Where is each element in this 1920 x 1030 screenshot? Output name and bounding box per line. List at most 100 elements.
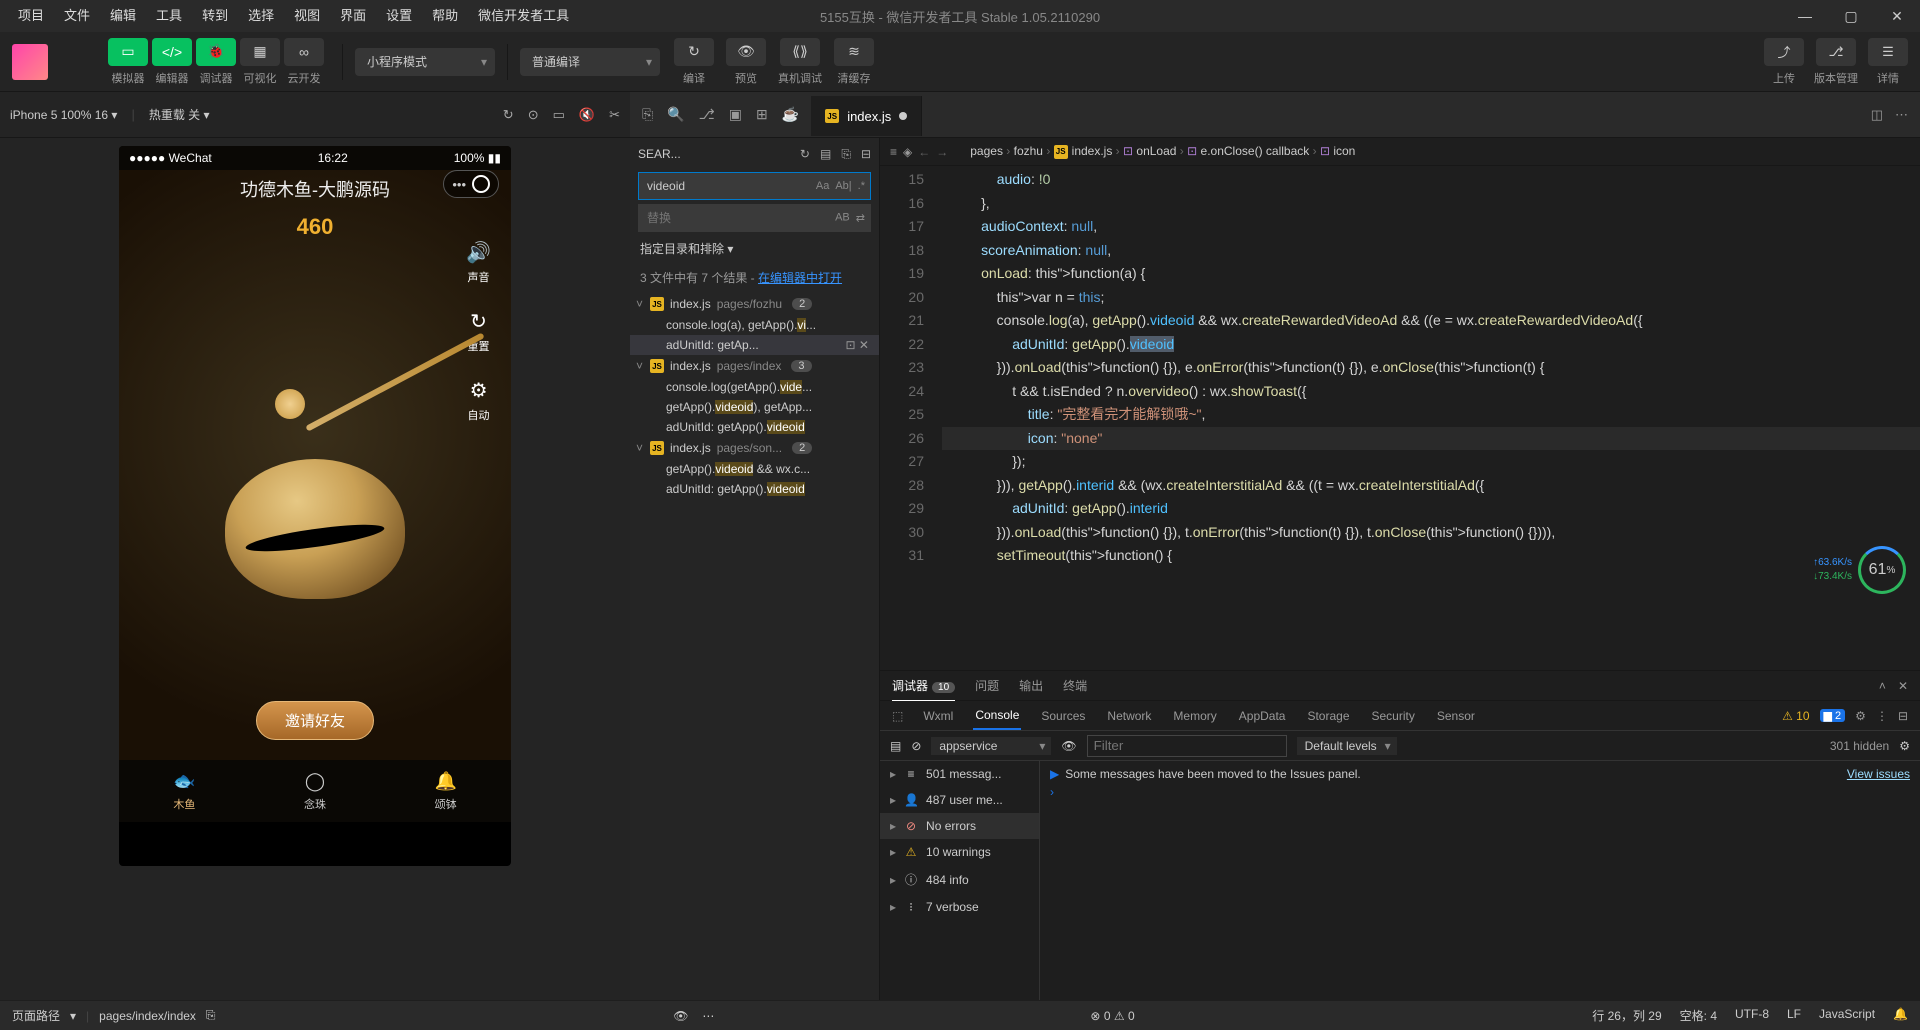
search-match[interactable]: console.log(a), getApp().vi... — [630, 315, 879, 335]
phone-tab-念珠[interactable]: ◯念珠 — [250, 760, 381, 822]
panel-up-icon[interactable]: ˄ — [1879, 679, 1886, 693]
phone-tab-颂钵[interactable]: 🔔颂钵 — [380, 760, 511, 822]
simulator-toggle[interactable]: ▭ — [108, 38, 148, 66]
devtools-tab-Sensor[interactable]: Sensor — [1435, 703, 1477, 729]
side-自动[interactable]: ⚙自动 — [468, 378, 490, 423]
back-nav-icon[interactable]: ← — [918, 145, 930, 159]
menu-选择[interactable]: 选择 — [238, 0, 284, 32]
devtools-dock-icon[interactable]: ⊟ — [1898, 709, 1908, 723]
console-filter-item[interactable]: ▸👤487 user me... — [880, 787, 1039, 813]
preserve-case-icon[interactable]: AB — [835, 212, 850, 225]
breadcrumb-item[interactable]: JSindex.js — [1054, 144, 1113, 158]
console-filter-item[interactable]: ▸⚠10 warnings — [880, 839, 1039, 865]
menu-视图[interactable]: 视图 — [284, 0, 330, 32]
fwd-nav-icon[interactable]: → — [936, 145, 948, 159]
breadcrumb-item[interactable]: pages — [970, 144, 1003, 158]
menu-转到[interactable]: 转到 — [192, 0, 238, 32]
upload-button[interactable]: ⤴ — [1764, 38, 1804, 66]
language[interactable]: JavaScript — [1819, 1007, 1875, 1024]
eol[interactable]: LF — [1787, 1007, 1801, 1024]
console-clear-icon[interactable]: ⊘ — [911, 739, 921, 753]
search-match[interactable]: getApp().videoid && wx.c... — [630, 459, 879, 479]
menu-工具[interactable]: 工具 — [146, 0, 192, 32]
devtools-tab-Storage[interactable]: Storage — [1305, 703, 1351, 729]
visual-toggle[interactable]: ▦ — [240, 38, 280, 66]
test-icon[interactable]: ☕ — [782, 106, 799, 123]
devtools-tab-Console[interactable]: Console — [973, 702, 1021, 730]
capsule-button[interactable]: ••• — [443, 170, 499, 198]
console-settings-icon[interactable]: ⚙ — [1899, 739, 1910, 753]
work-icon[interactable]: ▣ — [729, 106, 742, 123]
search-match[interactable]: adUnitId: getAp...⊡ ✕ — [630, 335, 879, 355]
version-button[interactable]: ⎇ — [1816, 38, 1856, 66]
devtools-tab-Security[interactable]: Security — [1370, 703, 1417, 729]
devtools-tab-Wxml[interactable]: Wxml — [921, 703, 955, 729]
ext-icon[interactable]: ⊞ — [756, 106, 768, 123]
editor-toggle[interactable]: </> — [152, 38, 192, 66]
remote-debug-button[interactable]: ⟪⟫ — [780, 38, 820, 66]
side-声音[interactable]: 🔊声音 — [466, 240, 491, 285]
devtools-tab-Network[interactable]: Network — [1105, 703, 1153, 729]
new-file-icon[interactable]: ⎘ — [841, 147, 851, 162]
preview-eye-icon[interactable]: 👁 — [673, 1009, 688, 1023]
compile-dropdown[interactable]: 普通编译 — [520, 48, 660, 76]
devtools-tab-Sources[interactable]: Sources — [1039, 703, 1087, 729]
menu-微信开发者工具[interactable]: 微信开发者工具 — [468, 0, 579, 32]
levels-dropdown[interactable]: Default levels — [1297, 737, 1397, 755]
copy-path-icon[interactable]: ⎘ — [206, 1008, 216, 1023]
problems-count[interactable]: ⊗ 0 ⚠ 0 — [1090, 1009, 1134, 1023]
dismiss-match-icon[interactable]: ⊡ ✕ — [846, 338, 869, 352]
inspect-icon[interactable]: ⬚ — [892, 709, 903, 723]
home-icon[interactable]: ⊙ — [528, 107, 539, 123]
breadcrumb-item[interactable]: ⊡ e.onClose() callback — [1187, 144, 1309, 158]
code-editor[interactable]: 1516171819202122232425262728293031 audio… — [880, 166, 1920, 670]
issue-badge[interactable]: ▆ 2 — [1820, 709, 1846, 722]
devtools-tab-AppData[interactable]: AppData — [1237, 703, 1288, 729]
menu-设置[interactable]: 设置 — [376, 0, 422, 32]
minimize-button[interactable]: — — [1782, 0, 1828, 32]
devtools-more-icon[interactable]: ⋮ — [1876, 709, 1888, 723]
search-file[interactable]: ˅JSindex.js pages/index3 — [630, 355, 879, 377]
breadcrumb-item[interactable]: fozhu — [1014, 144, 1043, 158]
detail-button[interactable]: ☰ — [1868, 38, 1908, 66]
search-match[interactable]: adUnitId: getApp().videoid — [630, 479, 879, 499]
split-icon[interactable]: ◫ — [1871, 107, 1883, 123]
cloud-toggle[interactable]: ∞ — [284, 38, 324, 66]
debugger-toggle[interactable]: 🐞 — [196, 38, 236, 66]
encoding[interactable]: UTF-8 — [1735, 1007, 1769, 1024]
warn-badge[interactable]: ⚠ 10 — [1782, 709, 1809, 723]
breadcrumb-item[interactable]: ⊡ onLoad — [1123, 144, 1176, 158]
muyu-graphic[interactable] — [215, 409, 415, 609]
refresh-search-icon[interactable]: ↻ — [800, 147, 810, 162]
debug-tab-terminal[interactable]: 终端 — [1063, 671, 1087, 700]
menu-界面[interactable]: 界面 — [330, 0, 376, 32]
replace-all-icon[interactable]: ⇄ — [856, 212, 865, 225]
console-filter-item[interactable]: ▸≡501 messag... — [880, 761, 1039, 787]
indent[interactable]: 空格: 4 — [1680, 1007, 1717, 1024]
bookmark-icon[interactable]: ◈ — [903, 145, 912, 159]
compile-button[interactable]: ↻ — [674, 38, 714, 66]
search-scope[interactable]: 指定目录和排除 ▾ — [630, 234, 879, 263]
phone-tab-木鱼[interactable]: 🐟木鱼 — [119, 760, 250, 822]
panel-close-icon[interactable]: ✕ — [1898, 679, 1908, 693]
git-icon[interactable]: ⎇ — [699, 106, 715, 123]
more-icon[interactable]: ⋯ — [1895, 107, 1908, 123]
menu-文件[interactable]: 文件 — [54, 0, 100, 32]
console-filter-item[interactable]: ▸⁝7 verbose — [880, 894, 1039, 920]
regex-icon[interactable]: .* — [858, 180, 865, 192]
copy-icon[interactable]: ⎘ — [642, 106, 653, 123]
device-dropdown[interactable]: iPhone 5 100% 16 ▾ — [10, 108, 117, 122]
word-icon[interactable]: Ab| — [835, 180, 851, 192]
invite-button[interactable]: 邀请好友 — [256, 701, 374, 740]
console-filter-item[interactable]: ▸⊘No errors — [880, 813, 1039, 839]
eye-icon[interactable]: 👁 — [1061, 739, 1076, 753]
search-match[interactable]: getApp().videoid), getApp... — [630, 397, 879, 417]
console-filter-item[interactable]: ▸ⓘ484 info — [880, 865, 1039, 894]
user-avatar[interactable] — [12, 44, 48, 80]
view-issues-link[interactable]: View issues — [1847, 767, 1910, 781]
clear-cache-button[interactable]: ≋ — [834, 38, 874, 66]
devtools-settings-icon[interactable]: ⚙ — [1855, 709, 1866, 723]
back-icon[interactable]: ▭ — [553, 107, 565, 123]
cut-icon[interactable]: ✂ — [609, 107, 620, 123]
more-status-icon[interactable]: ⋯ — [702, 1009, 714, 1023]
